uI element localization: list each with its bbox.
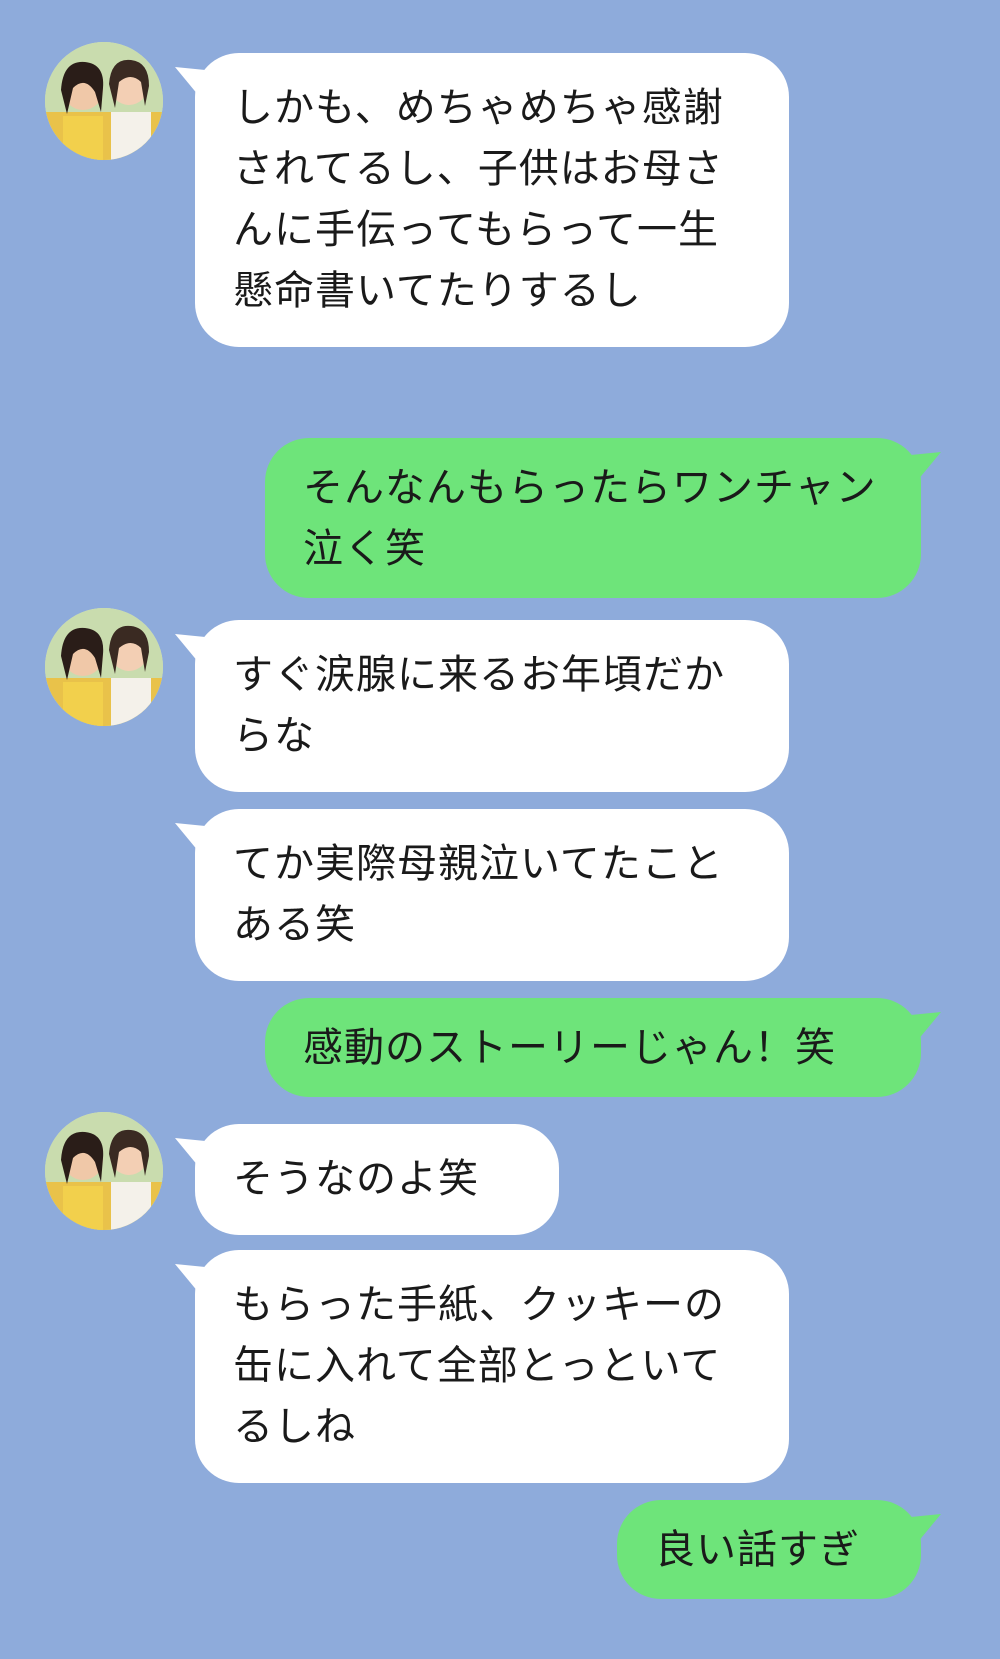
message-text: 感動のストーリーじゃん！笑 (303, 1025, 836, 1071)
contact-avatar[interactable] (45, 1112, 163, 1230)
chat-message-list[interactable]: しかも、めちゃめちゃ感謝されてるし、子供はお母さんに手伝ってもらって一生懸命書い… (0, 0, 1000, 1659)
incoming-message[interactable]: すぐ涙腺に来るお年頃だからな (195, 620, 789, 792)
message-text: 良い話すぎ (655, 1527, 860, 1573)
outgoing-message[interactable]: そんなんもらったらワンチャン泣く笑 (265, 438, 921, 598)
outgoing-message[interactable]: 良い話すぎ (617, 1500, 921, 1599)
contact-avatar[interactable] (45, 42, 163, 160)
message-text: そうなのよ笑 (233, 1156, 479, 1202)
outgoing-message[interactable]: 感動のストーリーじゃん！笑 (265, 998, 921, 1097)
message-text: すぐ涙腺に来るお年頃だからな (233, 652, 725, 759)
incoming-message[interactable]: そうなのよ笑 (195, 1124, 559, 1235)
incoming-message[interactable]: しかも、めちゃめちゃ感謝されてるし、子供はお母さんに手伝ってもらって一生懸命書い… (195, 53, 789, 347)
message-text: もらった手紙、クッキーの缶に入れて全部とっといてるしね (233, 1282, 725, 1450)
contact-avatar[interactable] (45, 608, 163, 726)
incoming-message[interactable]: もらった手紙、クッキーの缶に入れて全部とっといてるしね (195, 1250, 789, 1483)
avatar-photo-icon (45, 1112, 163, 1230)
message-text: そんなんもらったらワンチャン泣く笑 (303, 465, 877, 572)
avatar-photo-icon (45, 608, 163, 726)
message-text: しかも、めちゃめちゃ感謝されてるし、子供はお母さんに手伝ってもらって一生懸命書い… (233, 85, 724, 314)
message-text: てか実際母親泣いてたことある笑 (233, 841, 724, 948)
incoming-message[interactable]: てか実際母親泣いてたことある笑 (195, 809, 789, 981)
avatar-photo-icon (45, 42, 163, 160)
